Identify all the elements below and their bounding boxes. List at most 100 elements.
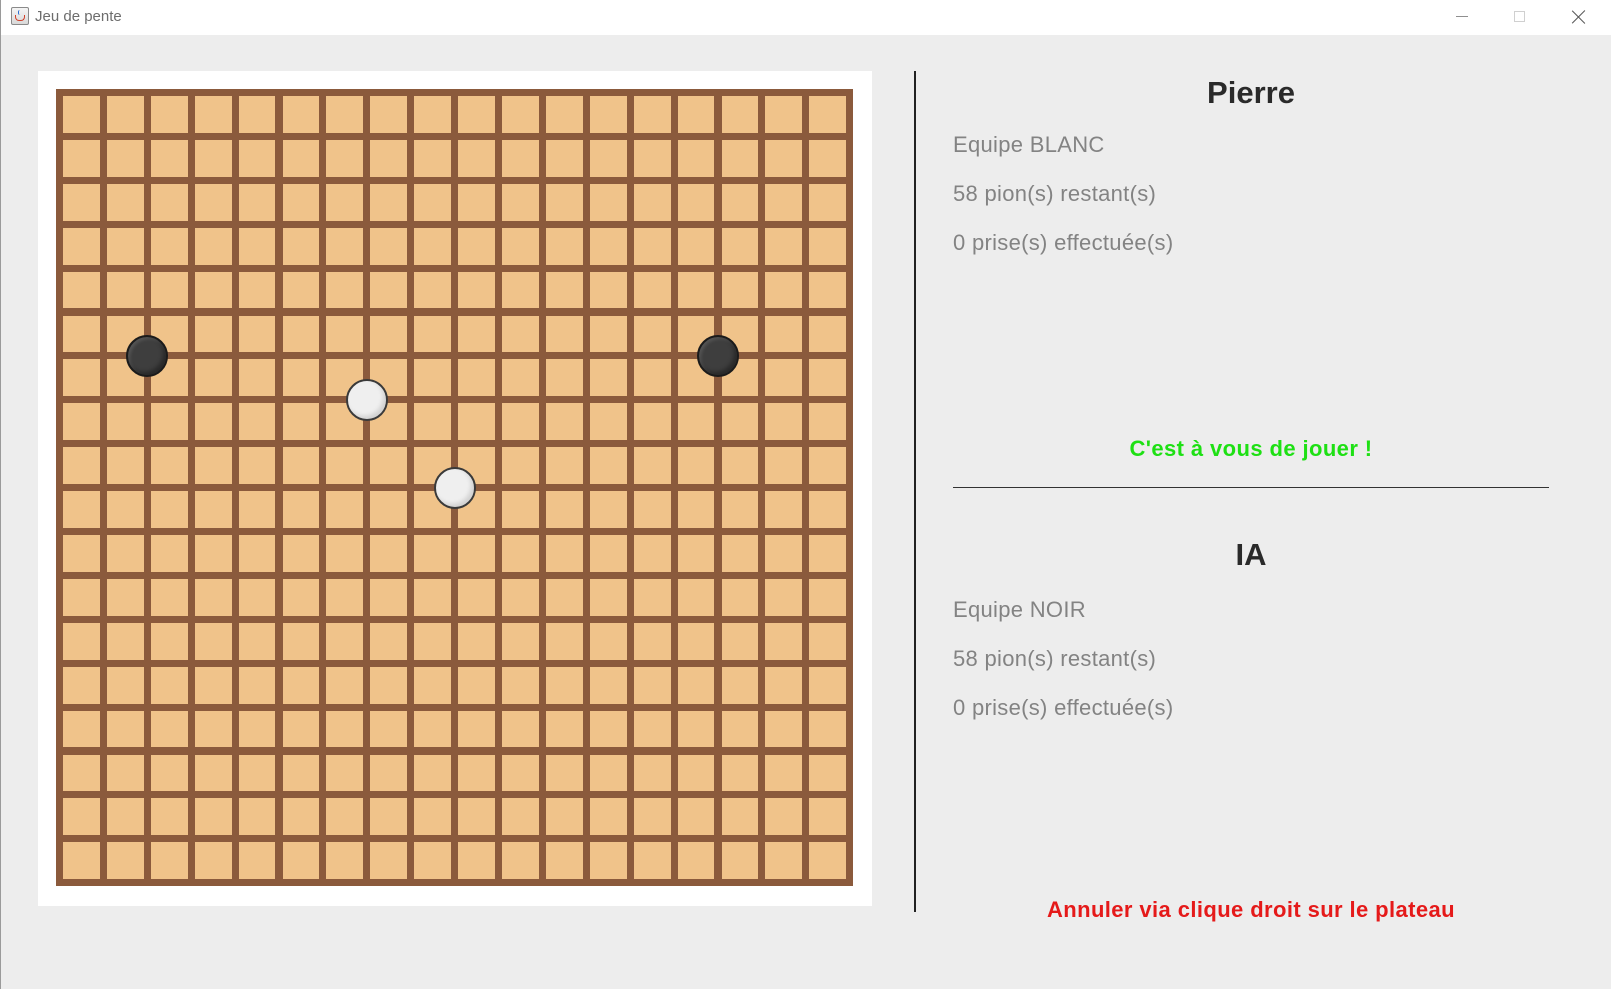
board-cell[interactable]	[282, 139, 320, 177]
board-cell[interactable]	[414, 359, 452, 397]
board-cell[interactable]	[589, 535, 627, 572]
board-cell[interactable]	[765, 139, 803, 177]
board-cell[interactable]	[545, 359, 583, 397]
board-cell[interactable]	[63, 622, 100, 660]
board-cell[interactable]	[809, 403, 847, 441]
board-cell[interactable]	[238, 96, 276, 133]
board-cell[interactable]	[589, 227, 627, 265]
board-cell[interactable]	[150, 754, 188, 792]
board-cell[interactable]	[721, 842, 759, 880]
board-cell[interactable]	[633, 96, 671, 133]
board-cell[interactable]	[63, 271, 100, 309]
board-cell[interactable]	[721, 96, 759, 133]
board-cell[interactable]	[63, 842, 100, 880]
board-cell[interactable]	[63, 491, 100, 528]
board-cell[interactable]	[545, 139, 583, 177]
board-cell[interactable]	[633, 710, 671, 748]
board-cell[interactable]	[414, 622, 452, 660]
board-cell[interactable]	[150, 183, 188, 221]
board-cell[interactable]	[502, 139, 539, 177]
board-cell[interactable]	[677, 842, 715, 880]
board-cell[interactable]	[677, 666, 715, 704]
board-cell[interactable]	[194, 666, 232, 704]
board-cell[interactable]	[194, 491, 232, 528]
board-cell[interactable]	[238, 578, 276, 616]
board-cell[interactable]	[589, 710, 627, 748]
board-cell[interactable]	[63, 578, 100, 616]
board-cell[interactable]	[150, 798, 188, 836]
board-cell[interactable]	[589, 842, 627, 880]
board-cell[interactable]	[63, 403, 100, 441]
board-cell[interactable]	[589, 491, 627, 528]
board-cell[interactable]	[458, 622, 495, 660]
board-cell[interactable]	[633, 798, 671, 836]
board-cell[interactable]	[721, 491, 759, 528]
board-cell[interactable]	[502, 622, 539, 660]
board-cell[interactable]	[194, 754, 232, 792]
board-cell[interactable]	[809, 183, 847, 221]
board-cell[interactable]	[194, 315, 232, 353]
board-cell[interactable]	[458, 798, 495, 836]
board-cell[interactable]	[63, 96, 100, 133]
board-cell[interactable]	[721, 447, 759, 485]
board-cell[interactable]	[633, 271, 671, 309]
board-cell[interactable]	[238, 315, 276, 353]
board-cell[interactable]	[194, 96, 232, 133]
board-cell[interactable]	[677, 754, 715, 792]
board-cell[interactable]	[326, 139, 364, 177]
board-cell[interactable]	[677, 798, 715, 836]
board-cell[interactable]	[326, 447, 364, 485]
board-cell[interactable]	[106, 271, 144, 309]
minimize-button[interactable]	[1433, 0, 1491, 35]
board-cell[interactable]	[677, 183, 715, 221]
board-cell[interactable]	[458, 578, 495, 616]
board-cell[interactable]	[370, 315, 408, 353]
board-cell[interactable]	[326, 754, 364, 792]
board-cell[interactable]	[238, 754, 276, 792]
close-button[interactable]	[1549, 0, 1607, 35]
board-cell[interactable]	[194, 622, 232, 660]
board-cell[interactable]	[721, 754, 759, 792]
board-cell[interactable]	[589, 183, 627, 221]
board-cell[interactable]	[106, 403, 144, 441]
board-cell[interactable]	[765, 183, 803, 221]
board-cell[interactable]	[282, 710, 320, 748]
board-cell[interactable]	[370, 447, 408, 485]
board-cell[interactable]	[150, 403, 188, 441]
board-cell[interactable]	[721, 535, 759, 572]
board-cell[interactable]	[370, 842, 408, 880]
board-cell[interactable]	[765, 447, 803, 485]
board-cell[interactable]	[677, 491, 715, 528]
board-cell[interactable]	[809, 710, 847, 748]
board-cell[interactable]	[282, 535, 320, 572]
board-cell[interactable]	[414, 183, 452, 221]
board-cell[interactable]	[370, 271, 408, 309]
board-cell[interactable]	[633, 666, 671, 704]
board-cell[interactable]	[502, 666, 539, 704]
board-cell[interactable]	[150, 666, 188, 704]
board-cell[interactable]	[238, 666, 276, 704]
board-cell[interactable]	[458, 139, 495, 177]
board-cell[interactable]	[545, 96, 583, 133]
board-cell[interactable]	[545, 798, 583, 836]
board-cell[interactable]	[414, 271, 452, 309]
board-cell[interactable]	[545, 271, 583, 309]
board-cell[interactable]	[765, 754, 803, 792]
board-cell[interactable]	[545, 227, 583, 265]
board-cell[interactable]	[545, 491, 583, 528]
board-cell[interactable]	[282, 842, 320, 880]
board-cell[interactable]	[545, 447, 583, 485]
board-cell[interactable]	[414, 666, 452, 704]
board-cell[interactable]	[238, 622, 276, 660]
board-cell[interactable]	[326, 798, 364, 836]
board-cell[interactable]	[809, 666, 847, 704]
board-cell[interactable]	[106, 754, 144, 792]
board-cell[interactable]	[633, 842, 671, 880]
board-cell[interactable]	[326, 622, 364, 660]
board-cell[interactable]	[633, 491, 671, 528]
board-cell[interactable]	[721, 227, 759, 265]
board-cell[interactable]	[414, 578, 452, 616]
board-cell[interactable]	[765, 798, 803, 836]
board-cell[interactable]	[370, 798, 408, 836]
board-cell[interactable]	[633, 359, 671, 397]
